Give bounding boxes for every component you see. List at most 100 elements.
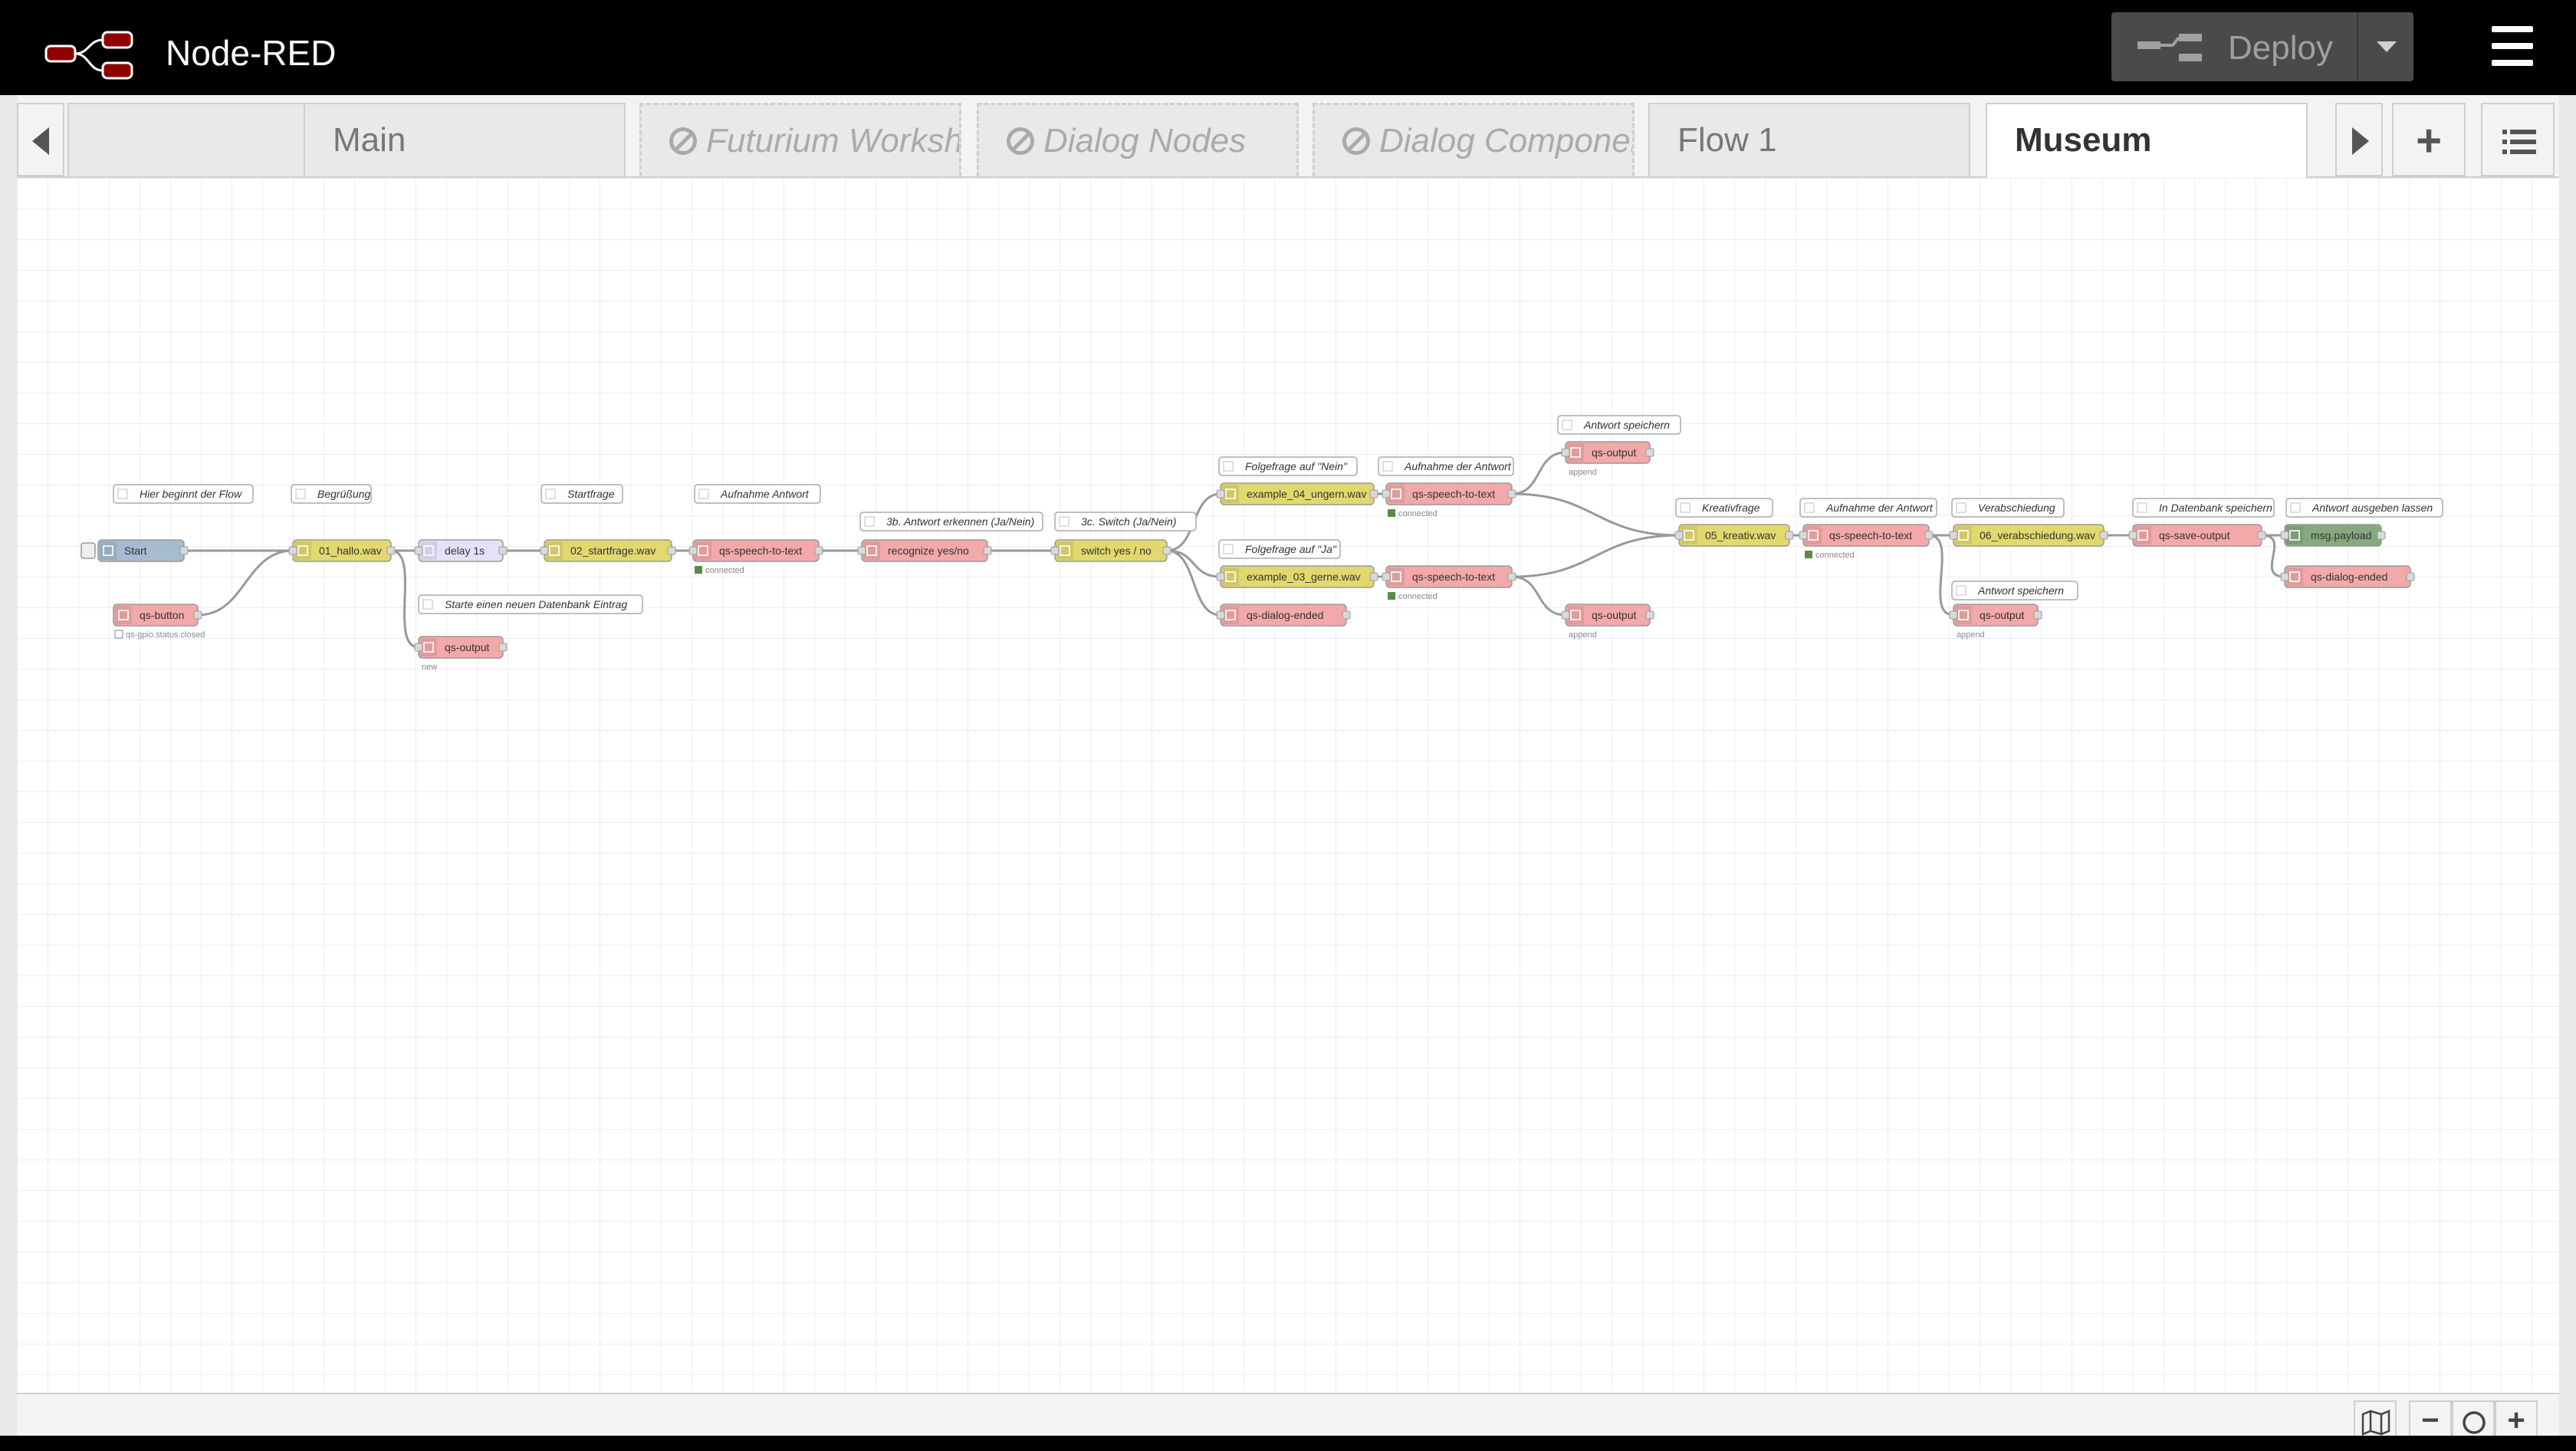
output-port[interactable] (179, 546, 189, 555)
input-port[interactable] (1382, 572, 1391, 581)
input-port[interactable] (1382, 489, 1391, 498)
flow-node[interactable]: qs-output append (1561, 441, 1654, 477)
input-port[interactable] (1799, 531, 1808, 540)
tab-dialog-components[interactable]: Dialog Componer (1313, 103, 1635, 176)
input-port[interactable] (1949, 610, 1958, 620)
input-port[interactable] (1216, 610, 1225, 620)
flow-node[interactable]: qs-speech-to-text connected (688, 539, 823, 575)
tab-scroll-right-button[interactable] (2335, 103, 2383, 176)
input-port[interactable] (857, 546, 866, 555)
wire[interactable] (197, 549, 294, 617)
output-port[interactable] (2257, 531, 2266, 540)
flow-node[interactable]: 01_hallo.wav (288, 539, 396, 562)
output-port[interactable] (1369, 572, 1378, 581)
wire[interactable] (390, 549, 419, 649)
input-port[interactable] (414, 643, 423, 652)
output-port[interactable] (2406, 572, 2415, 581)
output-port[interactable] (1645, 610, 1654, 620)
flow-node[interactable]: delay 1s (414, 539, 508, 562)
flow-node[interactable]: msg.payload (2280, 524, 2386, 547)
tab-scroll-left-button[interactable] (17, 103, 64, 176)
wire[interactable] (1166, 549, 1221, 617)
flow-node[interactable]: qs-speech-to-text connected (1382, 482, 1516, 518)
flow-node[interactable]: qs-speech-to-text connected (1382, 565, 1516, 601)
output-port[interactable] (1645, 448, 1654, 457)
output-port[interactable] (498, 643, 508, 652)
wire[interactable] (1511, 534, 1680, 578)
flow-node[interactable]: qs-dialog-ended (1216, 604, 1351, 627)
flow-node[interactable]: qs-save-output (2128, 524, 2266, 547)
output-port[interactable] (1924, 531, 1934, 540)
input-port[interactable] (1561, 610, 1570, 620)
flow-node[interactable]: 05_kreativ.wav (1674, 524, 1794, 547)
wire[interactable] (1511, 451, 1566, 495)
add-flow-button[interactable]: + (2392, 103, 2466, 176)
comment-node[interactable]: 3b. Antwort erkennen (Ja/Nein) (859, 512, 1043, 531)
input-port[interactable] (540, 546, 549, 555)
main-menu-button[interactable] (2487, 21, 2538, 72)
flow-node[interactable]: recognize yes/no (857, 539, 992, 562)
output-port[interactable] (2033, 610, 2042, 620)
comment-node[interactable]: Starte einen neuen Datenbank Eintrag (418, 594, 643, 614)
comment-node[interactable]: In Datenbank speichern (2132, 498, 2275, 518)
flow-node[interactable]: 06_verabschiedung.wav (1949, 524, 2108, 547)
wire[interactable] (2261, 534, 2285, 578)
tab-flow-1[interactable]: Flow 1 (1648, 103, 1970, 176)
input-port[interactable] (2128, 531, 2137, 540)
output-port[interactable] (498, 546, 508, 555)
comment-node[interactable]: Folgefrage auf "Ja" (1218, 539, 1341, 559)
input-port[interactable] (1216, 489, 1225, 498)
comment-node[interactable]: Startfrage (540, 484, 623, 504)
input-port[interactable] (1674, 531, 1684, 540)
flow-node[interactable]: 02_startfrage.wav (540, 539, 676, 562)
comment-node[interactable]: Aufnahme Antwort (694, 484, 821, 504)
comment-node[interactable]: Kreativfrage (1675, 498, 1773, 518)
input-port[interactable] (1949, 531, 1958, 540)
flow-node[interactable]: qs-output append (1949, 604, 2042, 640)
wire[interactable] (1928, 534, 1954, 617)
comment-node[interactable]: Verabschiedung (1951, 498, 2065, 518)
input-port[interactable] (1050, 546, 1060, 555)
input-port[interactable] (688, 546, 698, 555)
input-port[interactable] (2280, 572, 2289, 581)
comment-node[interactable]: 3c. Switch (Ja/Nein) (1054, 512, 1197, 531)
tab-museum[interactable]: Museum (1986, 103, 2308, 179)
comment-node[interactable]: Hier beginnt der Flow (113, 484, 254, 504)
flow-node[interactable]: example_04_ungern.wav (1216, 482, 1378, 505)
output-port[interactable] (983, 546, 992, 555)
tab-dialog-nodes[interactable]: Dialog Nodes (977, 103, 1299, 176)
output-port[interactable] (2099, 531, 2108, 540)
output-port[interactable] (386, 546, 396, 555)
wire[interactable] (1166, 549, 1221, 578)
output-port[interactable] (2377, 531, 2386, 540)
input-port[interactable] (414, 546, 423, 555)
output-port[interactable] (193, 610, 202, 620)
flow-canvas[interactable]: Hier beginnt der Flow Begrüßung Startfrage… (17, 178, 2559, 1393)
comment-node[interactable]: Antwort speichern (1951, 581, 2078, 600)
output-port[interactable] (667, 546, 676, 555)
tab-unnamed[interactable] (67, 103, 305, 176)
flow-node[interactable]: Start (80, 539, 189, 562)
flow-node[interactable]: qs-dialog-ended (2280, 565, 2415, 588)
inject-button[interactable] (80, 542, 96, 559)
tab-futurium-workshop[interactable]: Futurium Workshc (639, 103, 961, 176)
flow-node[interactable]: qs-output new (414, 636, 508, 672)
output-port[interactable] (1785, 531, 1794, 540)
output-port[interactable] (1507, 572, 1516, 581)
comment-node[interactable]: Antwort speichern (1557, 415, 1681, 435)
input-port[interactable] (1561, 448, 1570, 457)
output-port[interactable] (1369, 489, 1378, 498)
flow-node[interactable]: qs-output append (1561, 604, 1654, 640)
wire[interactable] (1511, 492, 1680, 537)
comment-node[interactable]: Begrüßung (291, 484, 372, 504)
deploy-dropdown-button[interactable] (2357, 12, 2413, 81)
flow-list-button[interactable] (2481, 103, 2555, 176)
flow-node[interactable]: qs-button qs-gpio.status.closed (113, 604, 205, 640)
flow-node[interactable]: example_03_gerne.wav (1216, 565, 1378, 588)
tab-main[interactable]: Main (304, 103, 626, 176)
comment-node[interactable]: Aufnahme der Antwort (1799, 498, 1937, 518)
flow-node[interactable]: switch yes / no (1050, 539, 1171, 562)
input-port[interactable] (2280, 531, 2289, 540)
comment-node[interactable]: Aufnahme der Antwort (1378, 456, 1514, 476)
comment-node[interactable]: Antwort ausgeben lassen (2285, 498, 2443, 518)
